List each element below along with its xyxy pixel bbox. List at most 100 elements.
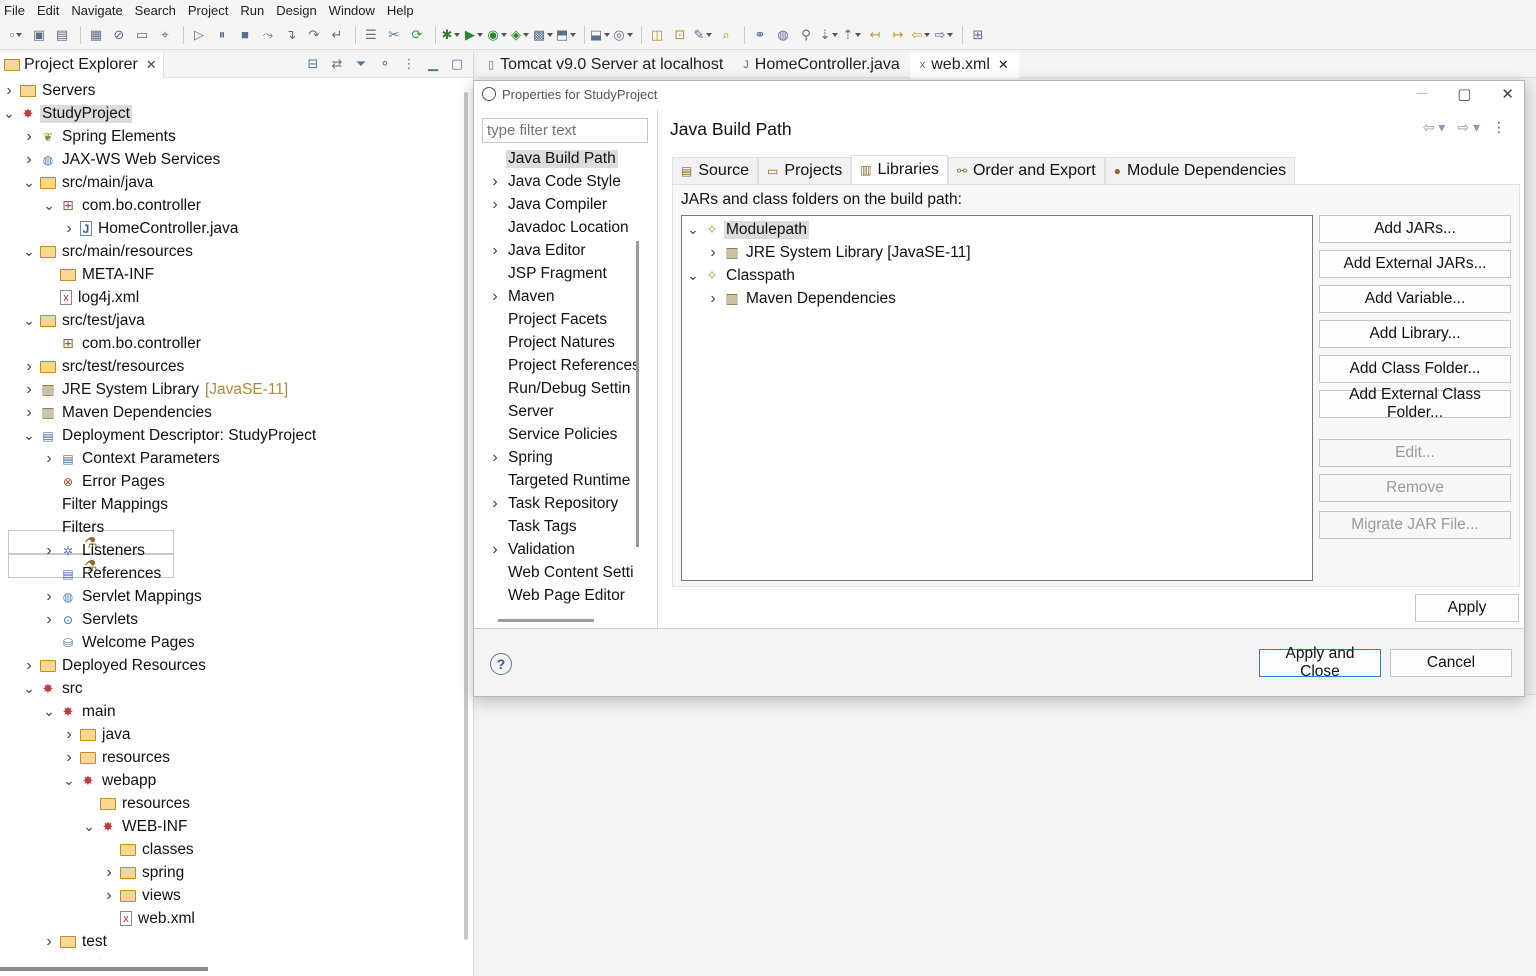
menu-design[interactable]: Design — [270, 3, 322, 18]
tree-item-error-pages[interactable]: Error Pages — [0, 470, 460, 493]
tree-item-jre-library[interactable]: › JRE System Library [JavaSE-11] — [0, 378, 460, 401]
tree-item-xml-file[interactable]: x log4j.xml — [0, 286, 460, 309]
focus-icon[interactable]: ⚬ — [377, 55, 393, 73]
menu-help[interactable]: Help — [381, 3, 420, 18]
editor-tab[interactable]: J HomeController.java — [733, 52, 909, 78]
close-icon[interactable]: ✕ — [998, 57, 1009, 73]
chevron-right-icon[interactable]: › — [488, 242, 502, 259]
chevron-right-icon[interactable]: › — [706, 290, 720, 307]
help-icon[interactable]: ? — [490, 653, 512, 675]
category-item[interactable]: JSP Fragment — [482, 262, 650, 285]
tab-projects[interactable]: ▭ Projects — [758, 157, 852, 184]
maximize-icon[interactable]: ▢ — [449, 55, 465, 73]
mark-icon[interactable]: ✂ — [384, 25, 404, 45]
chevron-right-icon[interactable]: › — [22, 381, 36, 398]
chevron-right-icon[interactable]: › — [22, 151, 36, 168]
edit-button[interactable]: Edit... — [1319, 439, 1511, 467]
add-jars-button[interactable]: Add JARs... — [1319, 215, 1511, 243]
category-item[interactable]: › Spring — [482, 446, 650, 469]
tree-item-target[interactable]: ⌄ target — [0, 953, 460, 960]
chevron-right-icon[interactable]: › — [102, 864, 116, 881]
category-item[interactable]: › Java Code Style — [482, 170, 650, 193]
close-icon[interactable]: ✕ — [146, 57, 157, 73]
search-folder-icon[interactable]: ⌕ — [716, 25, 736, 45]
tree-item-study-project[interactable]: ⌄ StudyProject — [0, 102, 460, 125]
chevron-right-icon[interactable]: › — [488, 196, 502, 213]
add-library-button[interactable]: Add Library... — [1319, 320, 1511, 348]
step-into-icon[interactable]: ↴ — [281, 25, 301, 45]
coverage-icon[interactable]: ◉ — [487, 25, 507, 45]
category-horizontal-scrollbar[interactable] — [498, 619, 594, 622]
category-item[interactable]: › Validation — [482, 538, 650, 561]
tree-item-filters[interactable]: Filters — [0, 516, 460, 578]
chevron-right-icon[interactable]: › — [42, 611, 56, 628]
refresh-icon[interactable]: ⟳ — [407, 25, 427, 45]
tree-item-src[interactable]: ⌄ src — [0, 677, 460, 700]
chevron-right-icon[interactable]: › — [102, 887, 116, 904]
new-java-project-icon[interactable]: ⬓ — [590, 25, 610, 45]
chevron-right-icon[interactable]: › — [22, 128, 36, 145]
tree-item-package[interactable]: ⌄ com.bo.controller — [0, 194, 460, 217]
open-task-icon[interactable]: ✎ — [693, 25, 713, 45]
project-explorer-tab[interactable]: Project Explorer ✕ — [0, 51, 164, 78]
open-type-icon[interactable]: ◫ — [647, 25, 667, 45]
tree-item-webapp[interactable]: ⌄ webapp — [0, 769, 460, 792]
tree-item-package[interactable]: com.bo.controller — [0, 332, 460, 355]
add-external-class-folder-button[interactable]: Add External Class Folder... — [1319, 386, 1511, 421]
pin-icon[interactable]: ⌖ — [155, 25, 175, 45]
menu-project[interactable]: Project — [182, 3, 234, 18]
category-item[interactable]: Task Tags — [482, 515, 650, 538]
category-item[interactable]: Targeted Runtime — [482, 469, 650, 492]
chevron-down-icon[interactable]: ⌄ — [82, 818, 96, 834]
category-item[interactable]: › Java Editor — [482, 239, 650, 262]
add-external-jars-button[interactable]: Add External JARs... — [1319, 250, 1511, 278]
tree-item-src-main-java[interactable]: ⌄ src/main/java — [0, 171, 460, 194]
last-edit-icon[interactable]: ↤ — [865, 25, 885, 45]
menu-run[interactable]: Run — [234, 3, 270, 18]
save-icon[interactable]: ▣ — [29, 25, 49, 45]
chevron-down-icon[interactable]: ⌄ — [62, 772, 76, 788]
category-item[interactable]: Javadoc Location — [482, 216, 650, 239]
build-path-item[interactable]: › JRE System Library [JavaSE-11] — [682, 241, 1312, 264]
chevron-right-icon[interactable]: › — [488, 541, 502, 558]
explorer-scrollbar[interactable] — [464, 92, 468, 940]
chevron-right-icon[interactable]: › — [488, 288, 502, 305]
editor-tab[interactable]: ▯ Tomcat v9.0 Server at localhost — [478, 52, 733, 78]
open-perspective-icon[interactable]: ⊞ — [968, 25, 988, 45]
back-icon[interactable]: ⇦ — [911, 25, 931, 45]
tree-item-src-test-resources[interactable]: › src/test/resources — [0, 355, 460, 378]
tree-item-deployment-descriptor[interactable]: ⌄ Deployment Descriptor: StudyProject — [0, 424, 460, 447]
format-icon[interactable]: ☰ — [361, 25, 381, 45]
step-return-icon[interactable]: ↵ — [327, 25, 347, 45]
add-variable-button[interactable]: Add Variable... — [1319, 285, 1511, 313]
tree-item-servlet-mappings[interactable]: › Servlet Mappings — [0, 585, 460, 608]
tree-item-jax-ws[interactable]: › JAX-WS Web Services — [0, 148, 460, 171]
chevron-down-icon[interactable]: ⌄ — [22, 312, 36, 328]
chevron-down-icon[interactable]: ⌄ — [22, 174, 36, 190]
tree-item-java-file[interactable]: › J HomeController.java — [0, 217, 460, 240]
forward-icon[interactable]: ⇨ — [934, 25, 954, 45]
tab-source[interactable]: ▤ Source — [672, 157, 759, 184]
tree-item-webapp-resources[interactable]: resources — [0, 792, 460, 815]
tree-item-resources[interactable]: › resources — [0, 746, 460, 769]
page-menu-icon[interactable]: ⋮ — [1492, 119, 1506, 136]
tree-item-servlets[interactable]: › Servlets — [0, 608, 460, 631]
remove-button[interactable]: Remove — [1319, 474, 1511, 502]
category-item[interactable]: Project References — [482, 354, 650, 377]
tab-libraries[interactable]: ▥ Libraries — [851, 155, 948, 184]
chevron-down-icon[interactable]: ⌄ — [42, 197, 56, 213]
chevron-down-icon[interactable]: ⌄ — [42, 703, 56, 719]
link-icon[interactable]: ⚭ — [750, 25, 770, 45]
save-all-icon[interactable]: ▤ — [52, 25, 72, 45]
chevron-right-icon[interactable]: › — [42, 542, 56, 559]
tree-item-test[interactable]: › test — [0, 930, 460, 953]
link-editor-icon[interactable]: ⇄ — [329, 55, 345, 73]
tree-item-classes[interactable]: classes — [0, 838, 460, 861]
build-path-item[interactable]: ⌄ Classpath — [682, 264, 1312, 287]
minimize-icon[interactable]: ▁ — [425, 55, 441, 73]
tree-item-maven-deps[interactable]: › Maven Dependencies — [0, 401, 460, 424]
terminal-icon[interactable]: ▭ — [132, 25, 152, 45]
new-class-icon[interactable]: ◎ — [613, 25, 633, 45]
chevron-right-icon[interactable]: › — [62, 749, 76, 766]
tree-item-src-main-resources[interactable]: ⌄ src/main/resources — [0, 240, 460, 263]
